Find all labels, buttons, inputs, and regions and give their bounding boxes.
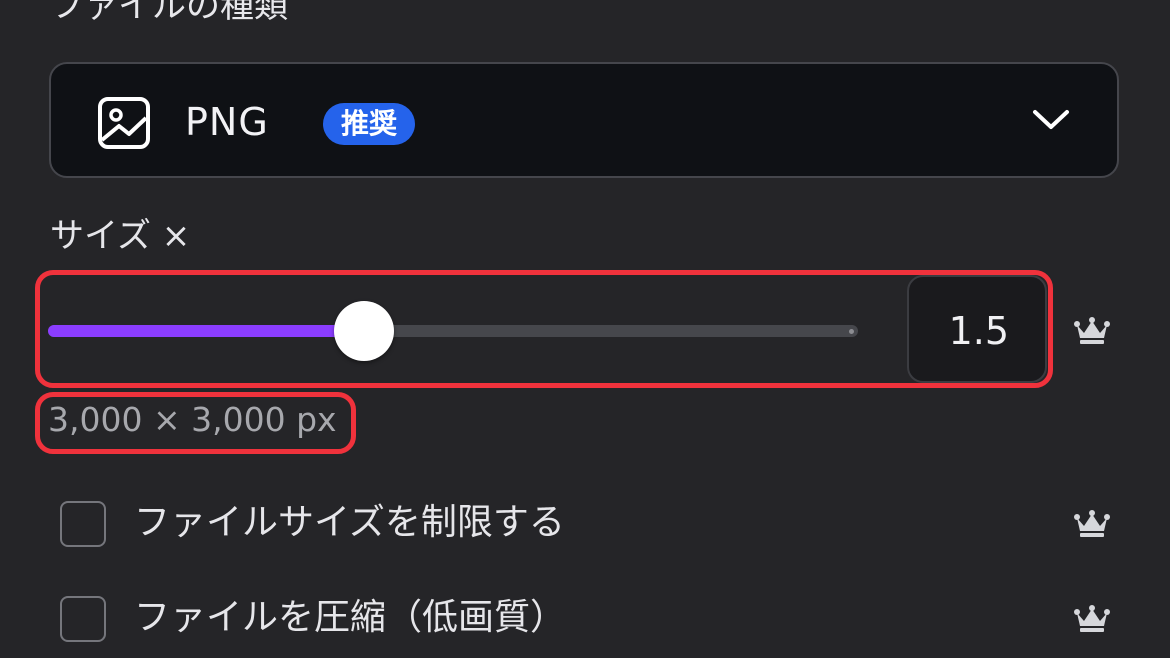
chevron-down-icon xyxy=(1033,110,1069,129)
crown-icon xyxy=(1074,317,1110,344)
compress-file-label: ファイルを圧縮（低画質） xyxy=(134,597,567,638)
compress-file-option[interactable]: ファイルを圧縮（低画質） xyxy=(60,594,1120,650)
file-type-value: PNG xyxy=(185,100,269,144)
dimensions-highlight-annotation xyxy=(35,392,356,454)
image-icon xyxy=(98,97,150,149)
crown-icon xyxy=(1074,510,1110,537)
size-multiplier-label: サイズ × xyxy=(50,216,191,256)
limit-file-size-label: ファイルサイズを制限する xyxy=(134,502,565,543)
file-type-dropdown[interactable]: PNG 推奨 xyxy=(49,62,1119,178)
compress-file-checkbox[interactable] xyxy=(60,596,106,642)
file-type-section-title: ファイルの種類 xyxy=(50,0,288,26)
limit-file-size-option[interactable]: ファイルサイズを制限する xyxy=(60,499,1120,555)
slider-highlight-annotation xyxy=(35,270,1053,388)
recommended-badge: 推奨 xyxy=(323,103,416,145)
limit-file-size-checkbox[interactable] xyxy=(60,501,106,547)
crown-icon xyxy=(1074,605,1110,632)
